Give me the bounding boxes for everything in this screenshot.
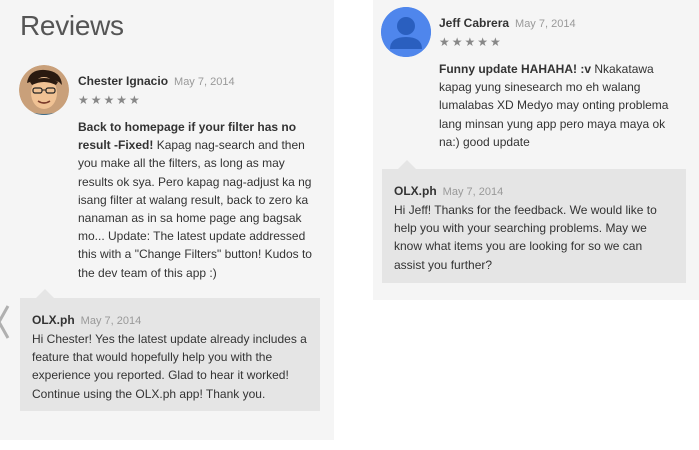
- review-text: Kapag nag-search and then you make all t…: [78, 138, 312, 280]
- reply-author-name: OLX.ph: [32, 313, 75, 327]
- review-title: Funny update HAHAHA! :v: [439, 62, 591, 76]
- reply-text: Hi Jeff! Thanks for the feedback. We wou…: [394, 203, 657, 272]
- review-date: May 7, 2014: [174, 76, 235, 88]
- cartoon-face-avatar-icon: [19, 65, 69, 115]
- reply-date: May 7, 2014: [442, 186, 504, 198]
- review-body: Back to homepage if your filter has no r…: [78, 118, 322, 282]
- reply-text: Hi Chester! Yes the latest update alread…: [32, 332, 307, 401]
- review-column-left: Reviews Chester Ignacio May 7, 2014 ★★★★★…: [0, 0, 334, 440]
- author-name[interactable]: Jeff Cabrera: [439, 16, 509, 30]
- author-name[interactable]: Chester Ignacio: [78, 74, 168, 88]
- star-rating: ★★★★★: [78, 93, 142, 107]
- developer-reply: OLX.ph May 7, 2014 Hi Chester! Yes the la…: [20, 289, 320, 411]
- review-body: Funny update HAHAHA! :v Nkakatawa kapag …: [439, 60, 687, 151]
- reviewer-avatar[interactable]: [19, 65, 69, 115]
- developer-reply: OLX.ph May 7, 2014 Hi Jeff! Thanks for th…: [382, 160, 686, 283]
- review-column-right: Jeff Cabrera May 7, 2014 ★★★★★ Funny upda…: [373, 0, 699, 300]
- default-person-avatar-icon: [381, 7, 431, 57]
- chevron-left-icon[interactable]: [0, 302, 12, 342]
- reply-date: May 7, 2014: [80, 315, 142, 327]
- reply-author: OLX.ph May 7, 2014: [32, 313, 141, 327]
- reply-author-name: OLX.ph: [394, 184, 437, 198]
- review-date: May 7, 2014: [515, 18, 576, 30]
- reply-author: OLX.ph May 7, 2014: [394, 184, 503, 198]
- review-author: Chester Ignacio May 7, 2014: [78, 74, 235, 88]
- section-title: Reviews: [20, 10, 124, 41]
- star-rating: ★★★★★: [439, 35, 503, 49]
- reviewer-avatar[interactable]: [381, 7, 431, 57]
- review-author: Jeff Cabrera May 7, 2014: [439, 16, 576, 30]
